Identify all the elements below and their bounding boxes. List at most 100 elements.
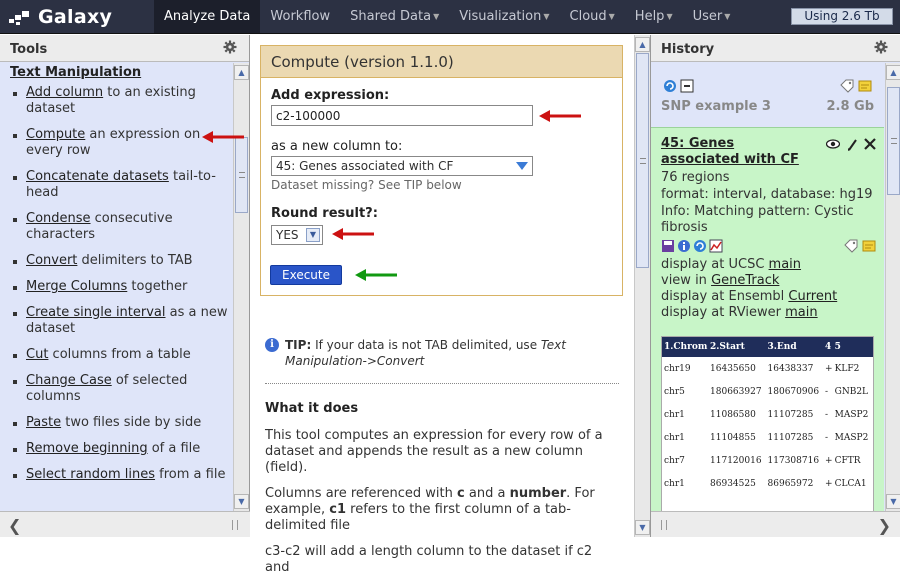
center-scrollbar[interactable]: ▲ ▼ — [634, 35, 650, 537]
history-size: 2.8 Gb — [826, 99, 874, 114]
help-code: c1 — [329, 502, 346, 517]
gear-icon[interactable] — [874, 40, 888, 54]
help-section: What it does This tool computes an expre… — [265, 401, 619, 586]
round-select[interactable]: YES ▼ — [271, 225, 323, 245]
tab-analyze-data[interactable]: Analyze Data — [154, 0, 261, 33]
tab-user[interactable]: User ▼ — [683, 0, 741, 33]
grip-icon[interactable] — [661, 520, 667, 530]
divider — [265, 383, 619, 384]
brand[interactable]: Galaxy — [6, 5, 112, 29]
tool-item: Select random lines from a file — [10, 467, 233, 483]
refresh-icon[interactable] — [663, 79, 677, 93]
visualize-icon[interactable] — [709, 239, 723, 253]
peek-cell: chr1 — [664, 409, 685, 420]
scroll-down-icon[interactable]: ▼ — [234, 494, 249, 509]
ensembl-current-link[interactable]: Current — [788, 289, 837, 304]
history-name[interactable]: SNP example 3 — [661, 99, 771, 114]
peek-cell: chr7 — [664, 455, 685, 466]
tool-form: Compute (version 1.1.0) Add expression: … — [260, 45, 623, 296]
peek-cell: 86934525 — [710, 478, 756, 489]
tab-label: User — [692, 9, 723, 24]
expression-input[interactable] — [271, 105, 533, 126]
dataset-info: Info: Matching pattern: Cystic fibrosis — [661, 204, 854, 235]
collapse-icon[interactable] — [680, 79, 694, 93]
scroll-down-icon[interactable]: ▼ — [886, 494, 900, 509]
scroll-up-icon[interactable]: ▲ — [635, 37, 650, 52]
tab-shared-data[interactable]: Shared Data ▼ — [340, 0, 449, 33]
gear-icon[interactable] — [223, 40, 237, 54]
tool-link[interactable]: Compute — [26, 127, 85, 142]
scroll-down-icon[interactable]: ▼ — [635, 520, 650, 535]
annotation-arrow-red — [202, 131, 244, 143]
column-help: Dataset missing? See TIP below — [271, 178, 462, 192]
tool-link[interactable]: Add column — [26, 85, 103, 100]
tool-desc: from a file — [155, 467, 226, 482]
tool-link[interactable]: Condense — [26, 211, 91, 226]
peek-cell: 11107285 — [767, 409, 814, 420]
annotation-icon[interactable] — [862, 239, 876, 253]
save-icon[interactable] — [661, 239, 675, 253]
annotation-icon[interactable] — [858, 79, 872, 93]
genetrack-link[interactable]: GeneTrack — [711, 273, 779, 288]
rviewer-main-link[interactable]: main — [785, 305, 817, 320]
info-icon[interactable] — [677, 239, 691, 253]
dataset-title[interactable]: 45: Genes associated with CF — [661, 136, 811, 168]
chevron-down-icon: ▼ — [666, 12, 673, 21]
history-scrollbar[interactable]: ▲ ▼ — [885, 63, 900, 511]
rerun-icon[interactable] — [693, 239, 707, 253]
peek-cell: 180663927 — [710, 386, 762, 397]
peek-cell: 16438337 — [767, 363, 814, 374]
tip-text: TIP: If your data is not TAB delimited, … — [265, 337, 619, 369]
scroll-thumb[interactable] — [887, 87, 900, 195]
tool-item: Create single interval as a new dataset — [10, 305, 233, 337]
galaxy-logo-icon — [9, 11, 29, 25]
scroll-thumb[interactable] — [636, 53, 649, 268]
info-icon: i — [265, 338, 279, 352]
tool-link[interactable]: Cut — [26, 347, 48, 362]
peek-cell: MASP2 — [834, 409, 869, 420]
tab-label: Visualization — [459, 9, 542, 24]
history-footer: ❯ — [651, 511, 900, 537]
display-text: display at RViewer — [661, 305, 786, 320]
peek-cell: 16435650 — [710, 363, 756, 374]
scroll-up-icon[interactable]: ▲ — [234, 65, 249, 80]
help-code: number — [509, 486, 567, 501]
tool-link[interactable]: Select random lines — [26, 467, 155, 482]
grip-icon[interactable] — [232, 520, 238, 530]
chevron-left-icon[interactable]: ❮ — [8, 516, 21, 535]
column-select[interactable]: 45: Genes associated with CF — [271, 156, 533, 176]
peek-cell: CLCA1 — [834, 478, 867, 489]
tab-visualization[interactable]: Visualization ▼ — [449, 0, 559, 33]
chevron-right-icon[interactable]: ❯ — [878, 516, 891, 535]
delete-icon[interactable] — [864, 138, 876, 150]
tab-help[interactable]: Help ▼ — [625, 0, 683, 33]
scroll-thumb[interactable] — [235, 137, 248, 213]
tag-icon[interactable] — [844, 239, 858, 253]
tab-workflow[interactable]: Workflow — [260, 0, 340, 33]
grip-icon — [891, 138, 897, 144]
tool-section-title[interactable]: Text Manipulation — [10, 65, 233, 80]
peek-row: chr19 16435650 16438337 + KLF2 — [662, 357, 873, 380]
peek-cell: 11107285 — [767, 432, 814, 443]
tool-link[interactable]: Convert — [26, 253, 77, 268]
tool-list: Add column to an existing dataset Comput… — [10, 85, 233, 483]
tab-cloud[interactable]: Cloud ▼ — [560, 0, 625, 33]
ucsc-main-link[interactable]: main — [769, 257, 801, 272]
column-select-value: 45: Genes associated with CF — [276, 159, 454, 173]
tool-desc: two files side by side — [61, 415, 202, 430]
tool-link[interactable]: Change Case — [26, 373, 112, 388]
tool-link[interactable]: Concatenate datasets — [26, 169, 169, 184]
history-header-title: History — [661, 42, 715, 57]
tag-icon[interactable] — [840, 79, 854, 93]
eye-icon[interactable] — [826, 138, 840, 150]
tool-link[interactable]: Paste — [26, 415, 61, 430]
pencil-icon[interactable] — [846, 138, 858, 152]
execute-button[interactable]: Execute — [270, 265, 342, 285]
help-text: Columns are referenced with — [265, 486, 458, 501]
history-header: History — [651, 35, 900, 62]
tool-link[interactable]: Merge Columns — [26, 279, 127, 294]
tool-link[interactable]: Create single interval — [26, 305, 166, 320]
scroll-up-icon[interactable]: ▲ — [886, 65, 900, 80]
tool-link[interactable]: Remove beginning — [26, 441, 148, 456]
chevron-down-icon: ▼ — [306, 228, 320, 242]
